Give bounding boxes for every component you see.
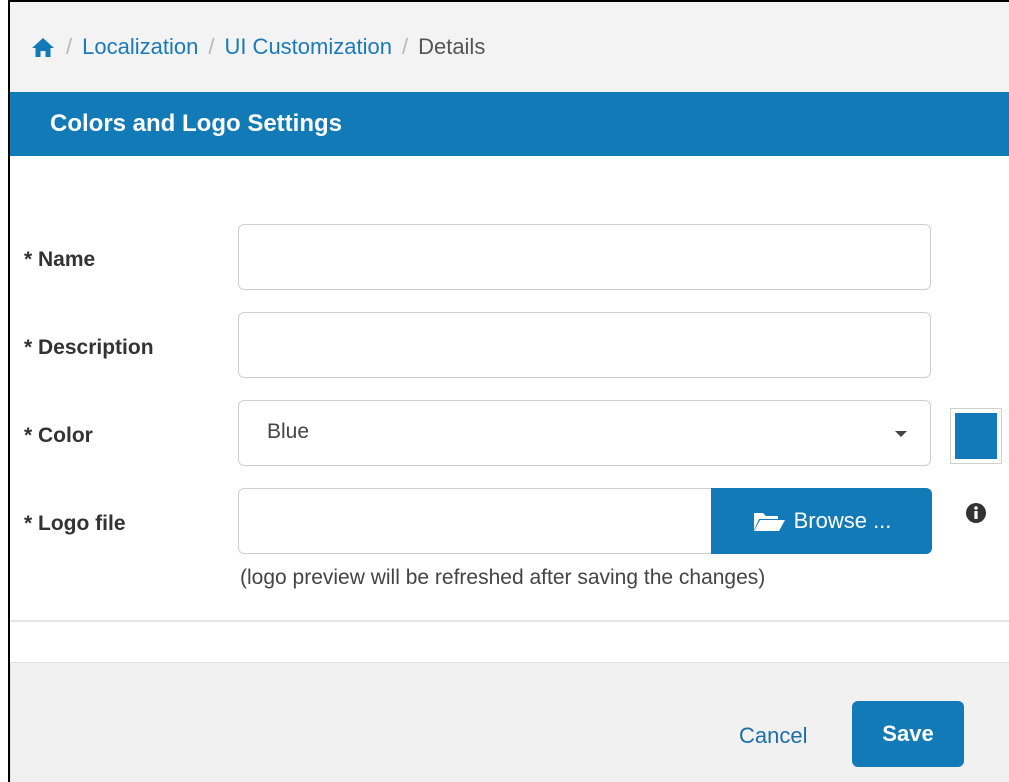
chevron-down-icon [895, 431, 907, 437]
spacer [10, 622, 1009, 662]
browse-button-label: Browse ... [793, 508, 892, 533]
info-icon[interactable] [965, 502, 987, 524]
description-label: * Description [24, 336, 154, 359]
breadcrumb-details: Details [418, 34, 486, 59]
save-button[interactable]: Save [852, 701, 964, 767]
browse-button[interactable]: Browse ... [711, 488, 932, 554]
color-label: * Color [24, 424, 93, 447]
breadcrumb-localization[interactable]: Localization [82, 34, 198, 60]
section-title: Colors and Logo Settings [50, 110, 342, 137]
breadcrumb-separator: / [66, 34, 73, 59]
logo-file-label: * Logo file [24, 512, 126, 535]
breadcrumb-ui-customization[interactable]: UI Customization [224, 34, 392, 60]
color-swatch[interactable] [950, 408, 1002, 464]
form-panel: * Name * Description * Color Blue * Logo… [10, 156, 1009, 620]
section-header: Colors and Logo Settings [10, 92, 1009, 156]
logo-file-input[interactable] [238, 488, 711, 554]
folder-open-icon [753, 513, 785, 531]
footer-actions: Cancel Save [10, 662, 1009, 782]
breadcrumb-separator: / [208, 34, 215, 59]
cancel-button[interactable]: Cancel [739, 723, 807, 749]
home-icon[interactable] [30, 36, 56, 58]
color-select[interactable]: Blue [238, 400, 931, 466]
color-swatch-fill [955, 413, 997, 459]
logo-hint-text: (logo preview will be refreshed after sa… [240, 566, 766, 589]
name-label: * Name [24, 248, 96, 271]
color-select-value: Blue [267, 420, 310, 443]
breadcrumb: / Localization / UI Customization / Deta… [10, 2, 1009, 92]
name-input[interactable] [238, 224, 931, 290]
description-input[interactable] [238, 312, 931, 378]
breadcrumb-separator: / [401, 34, 409, 59]
save-button-label: Save [882, 721, 934, 746]
